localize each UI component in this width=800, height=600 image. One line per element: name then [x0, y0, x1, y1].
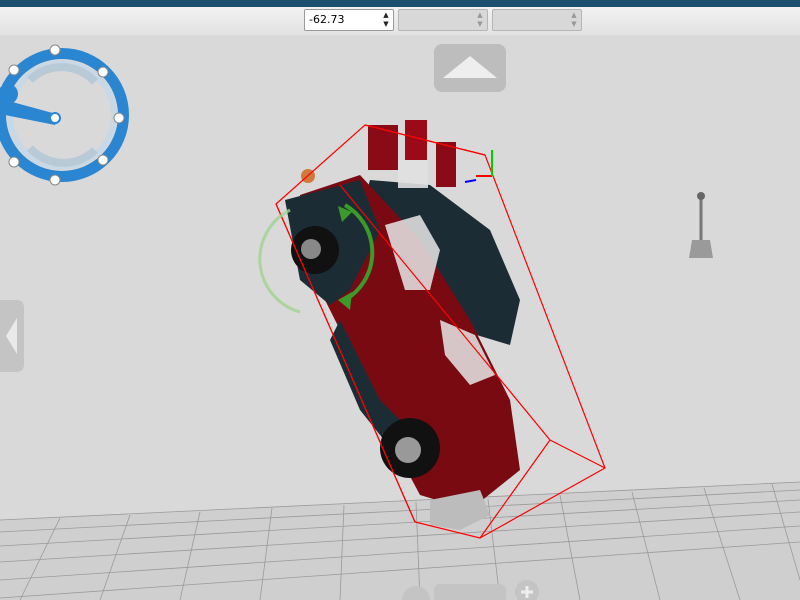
floor-grid — [0, 481, 800, 600]
axis-gizmo — [464, 150, 493, 183]
pan-up-button[interactable] — [434, 44, 506, 92]
3d-viewport[interactable] — [0, 0, 800, 600]
zoom-slider — [434, 584, 506, 600]
rotate-camera-icon[interactable] — [0, 44, 129, 186]
car-model[interactable] — [285, 120, 520, 530]
pan-left-button[interactable] — [0, 300, 24, 372]
joystick-lever-icon[interactable] — [689, 192, 713, 258]
